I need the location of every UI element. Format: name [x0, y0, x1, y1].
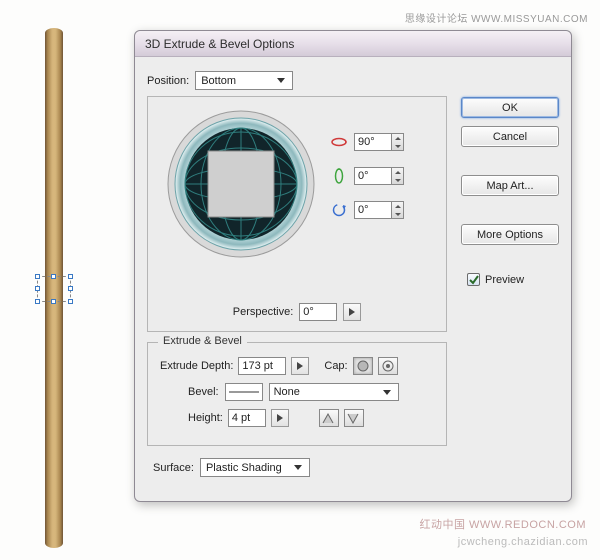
handle-mid-right[interactable] [68, 286, 73, 291]
bevel-out-button[interactable] [344, 409, 364, 427]
handle-mid-left[interactable] [35, 286, 40, 291]
angle-y-spinner[interactable] [392, 167, 404, 185]
handle-top-right[interactable] [68, 274, 73, 279]
height-label: Height: [188, 412, 223, 424]
dialog-titlebar[interactable]: 3D Extrude & Bevel Options [135, 31, 571, 57]
angle-y-row: 0° [330, 167, 404, 185]
angle-x-spinner[interactable] [392, 133, 404, 151]
angle-z-row: 0° [330, 201, 404, 219]
dialog-window: 3D Extrude & Bevel Options Position: Bot… [134, 30, 572, 502]
extrude-bevel-group: Extrude & Bevel Extrude Depth: 173 pt Ca… [147, 342, 447, 446]
axis-z-icon [330, 201, 348, 219]
trackball-svg [166, 109, 316, 259]
height-input[interactable]: 4 pt [228, 409, 266, 427]
handle-top-left[interactable] [35, 274, 40, 279]
chevron-down-icon [274, 74, 288, 88]
watermark-bottom: jcwcheng.chazidian.com [458, 536, 588, 548]
surface-select[interactable]: Plastic Shading [200, 458, 310, 477]
angle-x-value[interactable]: 90° [354, 133, 392, 151]
chevron-down-icon [380, 385, 394, 399]
button-column: OK Cancel Map Art... More Options Previe… [461, 97, 559, 286]
cap-on-button[interactable] [353, 357, 373, 375]
perspective-input[interactable]: 0° [299, 303, 337, 321]
extrude-depth-input[interactable]: 173 pt [238, 357, 286, 375]
preview-row: Preview [461, 273, 559, 286]
extrude-depth-slider-button[interactable] [291, 357, 309, 375]
position-row: Position: Bottom [147, 71, 559, 90]
preview-label: Preview [485, 274, 524, 286]
extrude-bevel-legend: Extrude & Bevel [158, 335, 247, 347]
bevel-row: Bevel: None [188, 383, 434, 401]
ok-button[interactable]: OK [461, 97, 559, 118]
watermark-bottom-2: 红动中国 WWW.REDOCN.COM [419, 516, 586, 532]
handle-top-center[interactable] [51, 274, 56, 279]
cap-label: Cap: [324, 360, 347, 372]
dialog-content: Position: Bottom [135, 57, 571, 501]
axis-y-icon [330, 167, 348, 185]
angle-y-value[interactable]: 0° [354, 167, 392, 185]
watermark-top: 思缘设计论坛 WWW.MISSYUAN.COM [405, 10, 588, 25]
perspective-row: Perspective: 0° [148, 303, 446, 321]
perspective-label: Perspective: [233, 306, 294, 318]
angle-z-input[interactable]: 0° [354, 201, 404, 219]
axis-x-icon [330, 133, 348, 151]
angle-z-value[interactable]: 0° [354, 201, 392, 219]
more-options-button[interactable]: More Options [461, 224, 559, 245]
surface-label: Surface: [153, 462, 194, 474]
position-select[interactable]: Bottom [195, 71, 293, 90]
dialog-title: 3D Extrude & Bevel Options [145, 37, 294, 51]
rotation-trackball[interactable] [166, 109, 316, 259]
bevel-value: None [274, 386, 300, 398]
extrude-depth-value[interactable]: 173 pt [238, 357, 286, 375]
surface-row: Surface: Plastic Shading [153, 458, 559, 477]
artwork-rod [45, 28, 65, 548]
cancel-button[interactable]: Cancel [461, 126, 559, 147]
rotation-panel: 90° 0° [147, 96, 447, 332]
map-art-button[interactable]: Map Art... [461, 175, 559, 196]
bevel-height-row: Height: 4 pt [188, 409, 434, 427]
bevel-preview [225, 383, 263, 401]
surface-value: Plastic Shading [206, 462, 282, 474]
bevel-label: Bevel: [188, 386, 219, 398]
angle-x-row: 90° [330, 133, 404, 151]
height-value[interactable]: 4 pt [228, 409, 266, 427]
preview-checkbox[interactable] [467, 273, 480, 286]
selection-bounding-box[interactable] [37, 276, 71, 302]
handle-bottom-center[interactable] [51, 299, 56, 304]
perspective-slider-button[interactable] [343, 303, 361, 321]
angle-x-input[interactable]: 90° [354, 133, 404, 151]
extrude-depth-row: Extrude Depth: 173 pt Cap: [160, 357, 434, 375]
position-label: Position: [147, 75, 189, 87]
extrude-depth-label: Extrude Depth: [160, 360, 233, 372]
bevel-in-button[interactable] [319, 409, 339, 427]
bevel-select[interactable]: None [269, 383, 399, 401]
chevron-down-icon [291, 461, 305, 475]
handle-bottom-left[interactable] [35, 299, 40, 304]
cap-off-button[interactable] [378, 357, 398, 375]
perspective-value[interactable]: 0° [299, 303, 337, 321]
angle-z-spinner[interactable] [392, 201, 404, 219]
position-value: Bottom [201, 75, 236, 87]
angle-column: 90° 0° [330, 133, 404, 219]
handle-bottom-right[interactable] [68, 299, 73, 304]
height-slider-button[interactable] [271, 409, 289, 427]
angle-y-input[interactable]: 0° [354, 167, 404, 185]
